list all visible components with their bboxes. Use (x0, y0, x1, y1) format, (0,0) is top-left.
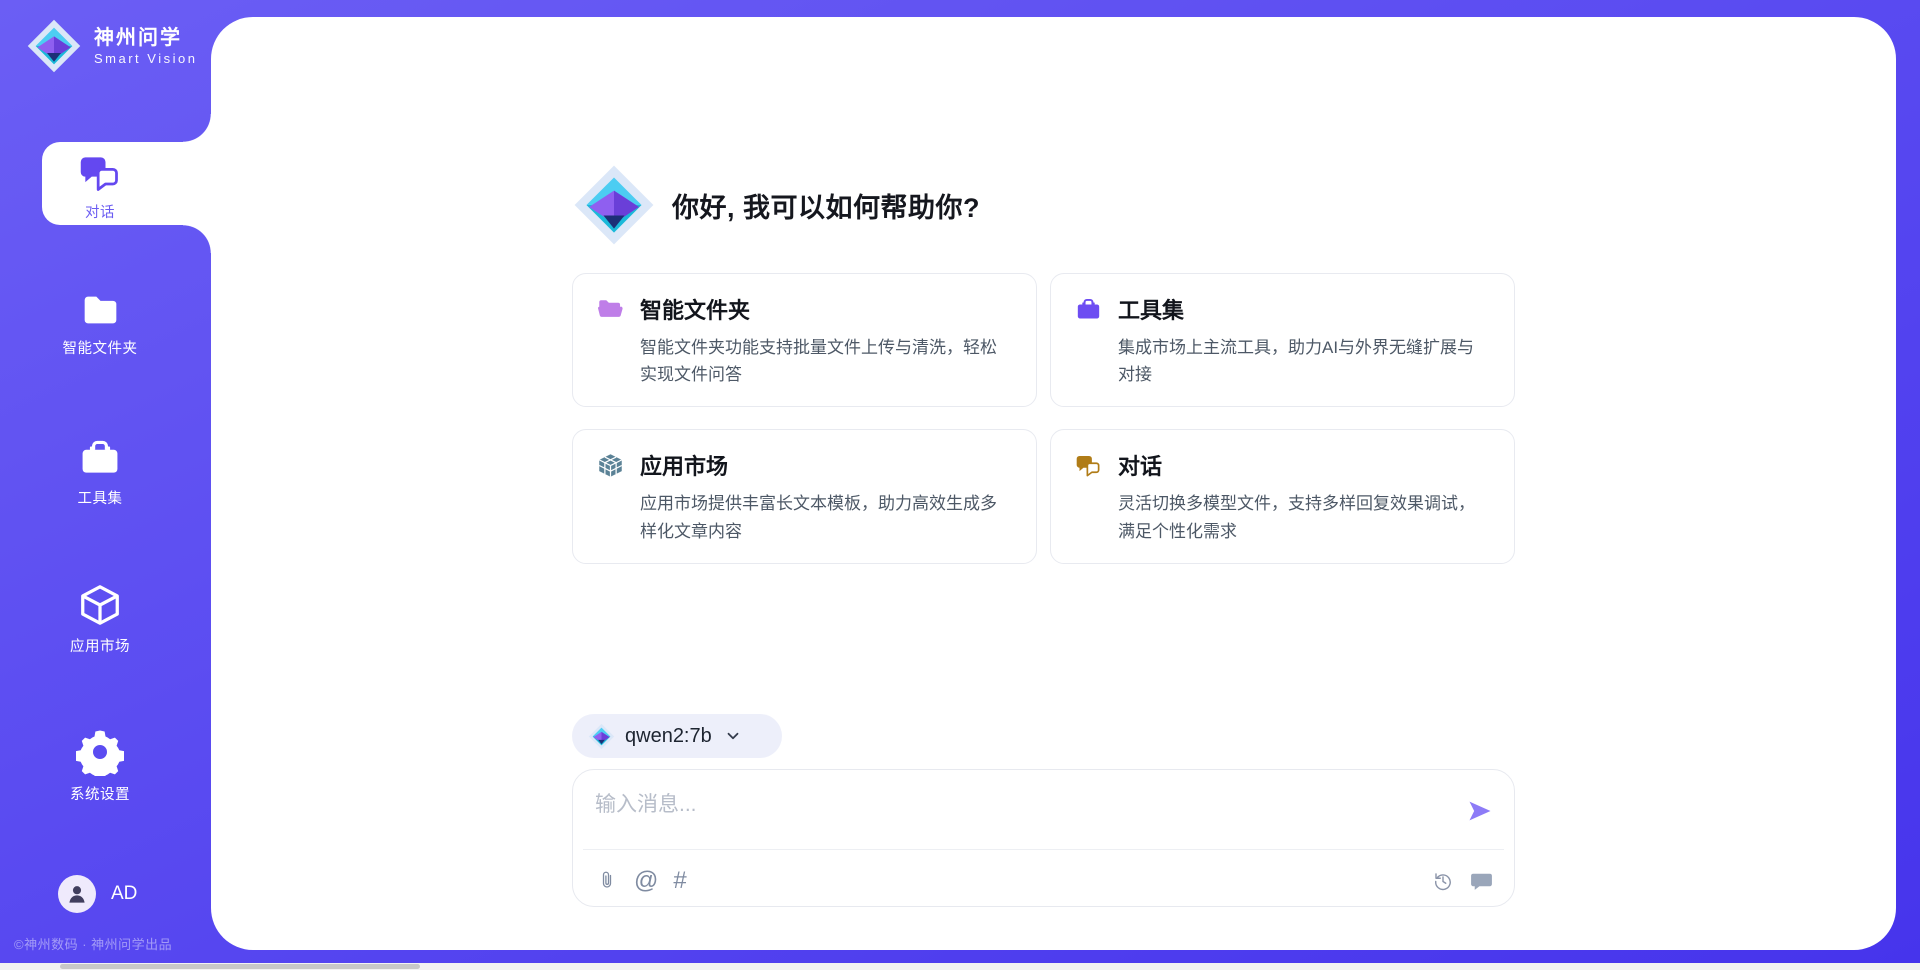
chevron-down-icon (724, 727, 742, 745)
sidebar-item-app-market[interactable]: 应用市场 (0, 582, 200, 656)
card-description: 灵活切换多模型文件，支持多样回复效果调试，满足个性化需求 (1075, 490, 1490, 544)
card-description: 智能文件夹功能支持批量文件上传与清洗，轻松实现文件问答 (597, 334, 1012, 388)
composer-toolbar: @ # (595, 865, 1494, 897)
sidebar: 神州问学 Smart Vision 对话 智能文件夹 工具集 应用市场 系统设置… (0, 0, 211, 970)
card-title: 应用市场 (640, 449, 728, 481)
horizontal-scrollbar[interactable] (0, 963, 1920, 970)
content-column: 你好, 我可以如何帮助你? 智能文件夹 智能文件夹功能支持批量文件上传与清洗，轻… (572, 17, 1515, 950)
tab-fillet-top (183, 114, 211, 142)
chat-bubbles-icon (78, 151, 122, 195)
hash-icon: # (673, 869, 686, 893)
model-selector[interactable]: qwen2:7b (572, 714, 782, 758)
folder-open-icon (597, 296, 624, 323)
sidebar-item-toolset[interactable]: 工具集 (0, 436, 200, 508)
sidebar-item-smart-folders[interactable]: 智能文件夹 (0, 290, 200, 358)
toolbox-icon (1075, 296, 1102, 323)
greeting-text: 你好, 我可以如何帮助你? (672, 186, 980, 225)
cube-icon (77, 582, 123, 628)
message-input[interactable] (595, 788, 1415, 844)
paperclip-icon (595, 868, 619, 894)
brand-subtitle: Smart Vision (94, 51, 197, 66)
attach-file-button[interactable] (595, 868, 619, 894)
send-button[interactable] (1466, 797, 1494, 825)
mention-button[interactable]: @ (634, 869, 658, 893)
chat-bubbles-icon (1075, 452, 1102, 479)
copyright-text: ©神州数码 · 神州问学出品 (14, 934, 172, 953)
brand-name: 神州问学 (94, 26, 197, 51)
card-chat[interactable]: 对话 灵活切换多模型文件，支持多样回复效果调试，满足个性化需求 (1050, 429, 1515, 563)
user-name: AD (111, 883, 137, 905)
user-account[interactable]: AD (58, 875, 137, 913)
sidebar-item-label: 系统设置 (0, 783, 200, 804)
avatar (58, 875, 96, 913)
message-icon (1469, 869, 1494, 894)
grid-cube-icon (597, 452, 624, 479)
sidebar-item-label: 对话 (0, 201, 200, 222)
tab-fillet-bottom (183, 225, 211, 253)
send-icon (1466, 797, 1494, 825)
card-toolset[interactable]: 工具集 集成市场上主流工具，助力AI与外界无缝扩展与对接 (1050, 273, 1515, 407)
conversation-button[interactable] (1469, 869, 1494, 894)
sidebar-item-label: 智能文件夹 (0, 337, 200, 358)
folder-icon (79, 290, 122, 330)
card-description: 集成市场上主流工具，助力AI与外界无缝扩展与对接 (1075, 334, 1490, 388)
card-title: 对话 (1118, 449, 1162, 481)
message-composer: @ # (572, 769, 1515, 907)
sidebar-item-label: 应用市场 (0, 635, 200, 656)
card-title: 工具集 (1118, 293, 1184, 325)
feature-cards: 智能文件夹 智能文件夹功能支持批量文件上传与清洗，轻松实现文件问答 工具集 集成… (572, 273, 1515, 564)
card-smart-folders[interactable]: 智能文件夹 智能文件夹功能支持批量文件上传与清洗，轻松实现文件问答 (572, 273, 1037, 407)
sidebar-item-settings[interactable]: 系统设置 (0, 728, 200, 804)
toolbox-icon (78, 436, 122, 480)
composer-divider (583, 849, 1504, 850)
main-panel: 你好, 我可以如何帮助你? 智能文件夹 智能文件夹功能支持批量文件上传与清洗，轻… (211, 17, 1896, 950)
card-app-market[interactable]: 应用市场 应用市场提供丰富长文本模板，助力高效生成多样化文章内容 (572, 429, 1037, 563)
sidebar-item-label: 工具集 (0, 487, 200, 508)
card-title: 智能文件夹 (640, 293, 750, 325)
history-icon (1431, 869, 1455, 893)
card-description: 应用市场提供丰富长文本模板，助力高效生成多样化文章内容 (597, 490, 1012, 544)
greeting-block: 你好, 我可以如何帮助你? (572, 163, 1515, 247)
scrollbar-thumb[interactable] (60, 964, 420, 969)
brand: 神州问学 Smart Vision (26, 18, 197, 74)
gem-logo-icon (588, 723, 615, 750)
gear-icon (76, 728, 124, 776)
topic-button[interactable]: # (673, 869, 686, 893)
gem-logo-icon (572, 163, 656, 247)
model-name: qwen2:7b (625, 725, 712, 748)
history-button[interactable] (1431, 869, 1455, 893)
gem-logo-icon (26, 18, 82, 74)
at-sign-icon: @ (634, 869, 658, 893)
person-icon (64, 881, 90, 907)
sidebar-item-chat[interactable]: 对话 (0, 142, 200, 222)
